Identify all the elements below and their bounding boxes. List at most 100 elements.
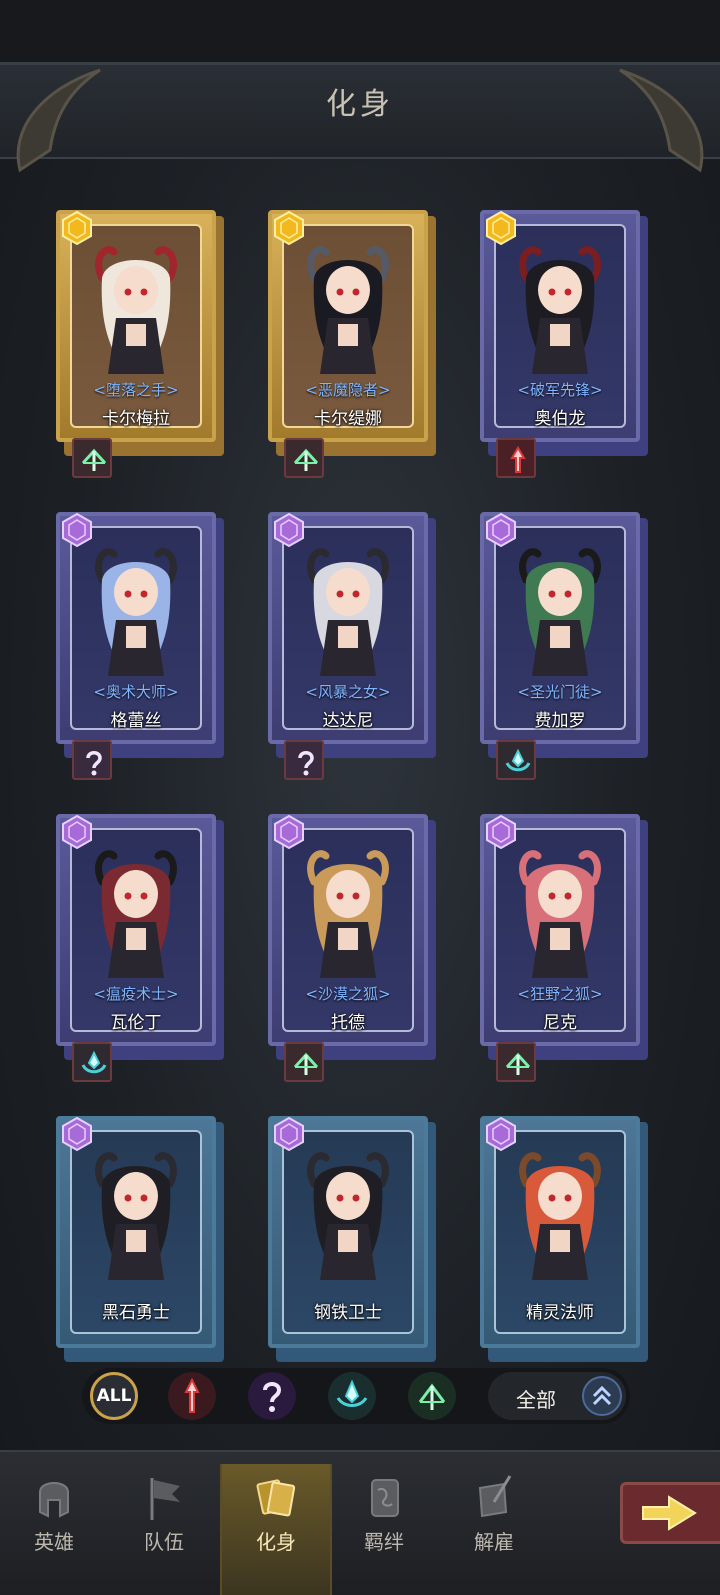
- character-portrait: [307, 1152, 389, 1280]
- card-epithet: <狂野之狐>: [517, 985, 603, 1003]
- arrow-right-icon: [642, 1495, 697, 1531]
- avatar-card[interactable]: <狂野之狐> 尼克: [480, 814, 650, 1082]
- character-portrait: [519, 850, 601, 978]
- horn-ornament-right: [619, 68, 704, 173]
- sort-dropdown[interactable]: 全部: [488, 1372, 626, 1420]
- character-portrait: [95, 548, 177, 676]
- avatar-card[interactable]: <风暴之女> 达达尼: [268, 512, 438, 780]
- bottom-nav: 英雄 队伍 化身 羁绊 解雇: [0, 1450, 720, 1595]
- nav-label: 英雄: [34, 1530, 74, 1554]
- rarity-gem-icon: [62, 814, 92, 850]
- class-badge: [284, 438, 324, 478]
- flag-icon: [150, 1478, 180, 1520]
- scroll-icon: [371, 1479, 399, 1517]
- avatar-card[interactable]: <沙漠之狐> 托德: [268, 814, 438, 1082]
- priest-icon: [336, 1379, 368, 1407]
- rarity-gem-icon: [274, 1116, 304, 1152]
- card-epithet: <沙漠之狐>: [305, 985, 391, 1003]
- avatar-card[interactable]: 钢铁卫士: [268, 1116, 438, 1362]
- avatar-card[interactable]: 黑石勇士: [56, 1116, 226, 1362]
- avatar-card[interactable]: 精灵法师: [480, 1116, 650, 1362]
- class-badge: [496, 438, 536, 478]
- nav-label: 解雇: [474, 1530, 514, 1554]
- card-name: 瓦伦丁: [110, 1013, 162, 1033]
- character-portrait: [95, 850, 177, 978]
- mage-icon: [298, 751, 314, 776]
- avatar-card[interactable]: <圣光门徒> 费加罗: [480, 512, 650, 780]
- nav-avatar[interactable]: 化身: [220, 1464, 332, 1595]
- filter-ranger-button[interactable]: [408, 1372, 456, 1420]
- rarity-gem-icon: [274, 814, 304, 850]
- character-portrait: [307, 548, 389, 676]
- nav-heroes[interactable]: 英雄: [0, 1464, 108, 1595]
- status-area: [0, 0, 720, 62]
- helmet-icon: [39, 1482, 69, 1518]
- nav-label: 化身: [256, 1530, 296, 1554]
- rarity-gem-icon: [62, 210, 92, 246]
- avatar-card[interactable]: <破军先锋> 奥伯龙: [480, 210, 650, 478]
- card-name: 格蕾丝: [110, 711, 162, 731]
- card-epithet: <恶魔隐者>: [305, 381, 391, 399]
- card-name: 达达尼: [322, 711, 374, 731]
- nav-dismiss[interactable]: 解雇: [440, 1464, 548, 1595]
- ranger-icon: [505, 1052, 531, 1075]
- character-portrait: [519, 246, 601, 374]
- class-filter-bar: ALL 全部: [82, 1368, 630, 1424]
- rarity-gem-icon: [274, 512, 304, 548]
- priest-icon: [81, 1050, 107, 1074]
- class-badge: [72, 740, 112, 780]
- class-badge: [72, 438, 112, 478]
- card-epithet: <堕落之手>: [93, 381, 179, 399]
- quill-icon: [478, 1475, 512, 1518]
- class-badge: [284, 1042, 324, 1082]
- card-epithet: <圣光门徒>: [517, 683, 603, 701]
- sort-label: 全部: [516, 1388, 556, 1412]
- filter-all-button[interactable]: ALL: [90, 1372, 138, 1420]
- cards-icon: [256, 1479, 296, 1517]
- nav-team[interactable]: 队伍: [110, 1464, 218, 1595]
- rarity-gem-icon: [486, 210, 516, 246]
- character-portrait: [307, 850, 389, 978]
- character-portrait: [519, 1152, 601, 1280]
- chevron-up-icon: [582, 1376, 622, 1416]
- card-name: 费加罗: [534, 711, 586, 731]
- card-name: 托德: [331, 1013, 365, 1033]
- card-epithet: <瘟疫术士>: [93, 985, 179, 1003]
- card-name: 尼克: [543, 1013, 577, 1033]
- nav-label: 队伍: [144, 1530, 184, 1554]
- avatar-card[interactable]: <恶魔隐者> 卡尔缇娜: [268, 210, 438, 478]
- priest-icon: [505, 748, 531, 772]
- card-name: 钢铁卫士: [314, 1303, 382, 1323]
- card-name: 精灵法师: [526, 1303, 594, 1323]
- ranger-icon: [293, 448, 319, 471]
- character-portrait: [95, 246, 177, 374]
- warrior-icon: [510, 446, 526, 473]
- card-epithet: <风暴之女>: [305, 683, 391, 701]
- next-button[interactable]: [620, 1482, 720, 1544]
- rarity-gem-icon: [62, 1116, 92, 1152]
- horn-ornament-left: [16, 68, 101, 173]
- avatar-card[interactable]: <瘟疫术士> 瓦伦丁: [56, 814, 226, 1082]
- warrior-icon: [184, 1377, 200, 1413]
- avatar-card[interactable]: <奥术大师> 格蕾丝: [56, 512, 226, 780]
- card-name: 卡尔缇娜: [314, 409, 382, 429]
- class-badge: [496, 740, 536, 780]
- class-badge: [496, 1042, 536, 1082]
- ranger-icon: [293, 1052, 319, 1075]
- character-portrait: [519, 548, 601, 676]
- filter-warrior-button[interactable]: [168, 1372, 216, 1420]
- mage-icon: [86, 751, 102, 776]
- card-epithet: <破军先锋>: [517, 381, 603, 399]
- card-name: 卡尔梅拉: [102, 409, 170, 429]
- filter-priest-button[interactable]: [328, 1372, 376, 1420]
- nav-label: 羁绊: [364, 1530, 404, 1554]
- card-epithet: <奥术大师>: [93, 683, 179, 701]
- rarity-gem-icon: [62, 512, 92, 548]
- rarity-gem-icon: [486, 814, 516, 850]
- filter-mage-button[interactable]: [248, 1372, 296, 1420]
- class-badge: [72, 1042, 112, 1082]
- card-name: 奥伯龙: [534, 409, 586, 429]
- avatar-card[interactable]: <堕落之手> 卡尔梅拉: [56, 210, 226, 478]
- nav-bonds[interactable]: 羁绊: [330, 1464, 438, 1595]
- card-name: 黑石勇士: [102, 1303, 170, 1323]
